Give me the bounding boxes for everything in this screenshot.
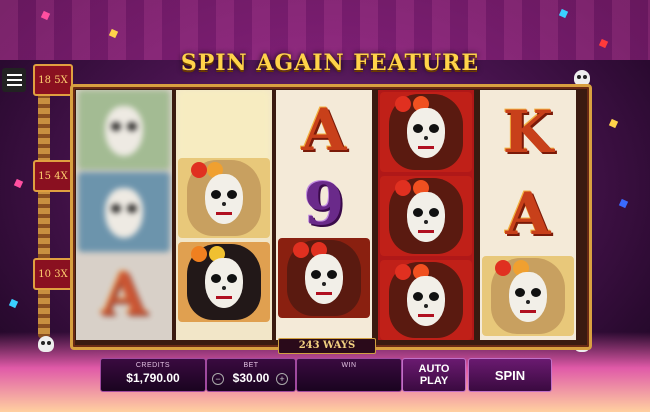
confetti <box>618 198 629 209</box>
reel-5: K A <box>480 90 576 340</box>
autoplay-button[interactable]: AUTO PLAY <box>402 358 466 392</box>
confetti <box>8 298 19 309</box>
reel-4 <box>378 90 474 340</box>
bet-decrease-button[interactable]: − <box>212 373 224 385</box>
calavera-red-symbol <box>380 260 472 340</box>
a-symbol: A <box>301 96 347 164</box>
bet-label: BET <box>243 362 259 369</box>
calavera-red-symbol <box>278 238 370 318</box>
confetti <box>13 178 24 189</box>
spin-button[interactable]: SPIN <box>468 358 552 392</box>
level-badge: 15 4X <box>33 160 73 192</box>
nine-symbol: 9 <box>303 170 345 238</box>
confetti <box>608 118 619 129</box>
win-label: WIN <box>341 362 357 369</box>
credits-display: CREDITS $1,790.00 <box>100 358 206 392</box>
reel-3: A 9 <box>276 90 372 340</box>
reel-1: A <box>76 90 172 340</box>
feature-title: SPIN AGAIN FEATURE <box>180 50 480 76</box>
calavera-red-symbol <box>380 176 472 256</box>
level-badge: 18 5X <box>33 64 73 96</box>
hamburger-icon <box>6 74 22 76</box>
bet-increase-button[interactable]: + <box>276 373 288 385</box>
calavera-blonde-symbol <box>178 158 270 238</box>
blurred-skull-symbol <box>78 90 170 170</box>
a-symbol: A <box>505 180 551 248</box>
level-badge: 10 3X <box>33 258 73 290</box>
level-track <box>38 88 50 338</box>
skull-icon <box>38 336 54 352</box>
win-display: WIN <box>296 358 402 392</box>
blurred-a-symbol: A <box>101 260 147 328</box>
credits-label: CREDITS <box>135 362 171 369</box>
credits-value: $1,790.00 <box>126 371 180 385</box>
calavera-blonde-symbol <box>482 256 574 336</box>
calavera-dark-symbol <box>178 242 270 322</box>
calavera-red-symbol <box>380 92 472 172</box>
blurred-skull-symbol <box>78 172 170 252</box>
menu-button[interactable] <box>2 68 26 92</box>
ways-label: 243 WAYS <box>278 338 376 354</box>
reel-2 <box>176 90 272 340</box>
k-symbol: K <box>502 98 554 166</box>
